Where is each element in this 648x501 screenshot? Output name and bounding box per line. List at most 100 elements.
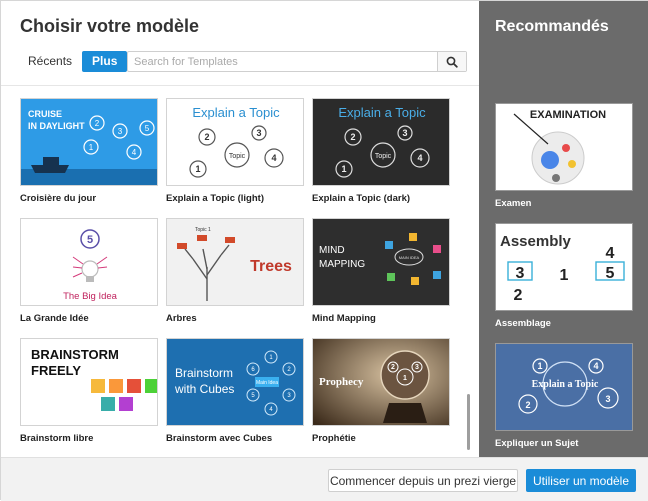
dialog-footer: Commencer depuis un prezi vierge Utilise… bbox=[1, 457, 648, 501]
big-idea-thumbnail-image: 5 The Big Idea bbox=[21, 219, 157, 305]
template-label: Brainstorm avec Cubes bbox=[166, 433, 273, 444]
search-box bbox=[127, 51, 467, 72]
brainstorm-freely-thumbnail-image: BRAINSTORM FREELY bbox=[21, 339, 157, 425]
svg-text:MAIN IDEA: MAIN IDEA bbox=[399, 255, 420, 260]
template-thumbnail: CRUISE IN DAYLIGHT 1 2 3 4 5 bbox=[20, 98, 158, 186]
search-input[interactable] bbox=[128, 52, 437, 71]
svg-text:Trees: Trees bbox=[250, 258, 292, 275]
template-thumbnail: 5 The Big Idea bbox=[20, 218, 158, 306]
template-tabs: Récents Plus bbox=[20, 51, 128, 72]
template-thumbnail: MIND MAPPING MAIN IDEA bbox=[312, 218, 450, 306]
svg-text:4: 4 bbox=[271, 153, 276, 163]
svg-text:EXAMINATION: EXAMINATION bbox=[530, 109, 606, 121]
template-thumbnail: Brainstorm with Cubes Main Idea 1 2 3 4 … bbox=[166, 338, 304, 426]
recommended-thumbnail: EXAMINATION bbox=[495, 103, 633, 191]
template-card-big-idea[interactable]: 5 The Big Idea La Grande Idée bbox=[20, 218, 158, 324]
svg-text:4: 4 bbox=[417, 153, 422, 163]
svg-text:1: 1 bbox=[560, 267, 569, 284]
assembly-thumbnail-image: Assembly 1 2 3 4 5 bbox=[496, 224, 632, 310]
template-card-brainstorm-freely[interactable]: BRAINSTORM FREELY Brainstorm libre bbox=[20, 338, 158, 444]
trees-thumbnail-image: Topic 1 Trees bbox=[167, 219, 303, 305]
exam-thumbnail-image: EXAMINATION bbox=[496, 104, 632, 190]
svg-text:2: 2 bbox=[204, 132, 209, 142]
template-label: Explain a Topic (light) bbox=[166, 193, 264, 204]
svg-text:Topic: Topic bbox=[229, 153, 246, 160]
template-card-mind-mapping[interactable]: MIND MAPPING MAIN IDEA Mind Mapping bbox=[312, 218, 450, 324]
prophecy-thumbnail-image: Prophecy 1 2 3 bbox=[313, 339, 449, 425]
recommended-panel: Recommandés EXAMINATION Examen Assembly … bbox=[479, 1, 648, 457]
svg-text:Assembly: Assembly bbox=[500, 233, 572, 250]
svg-text:The Big Idea: The Big Idea bbox=[63, 291, 118, 302]
svg-text:2: 2 bbox=[391, 364, 395, 371]
svg-text:FREELY: FREELY bbox=[31, 363, 81, 378]
template-thumbnail: BRAINSTORM FREELY bbox=[20, 338, 158, 426]
svg-text:5: 5 bbox=[87, 234, 93, 246]
svg-text:4: 4 bbox=[606, 245, 615, 262]
svg-text:3: 3 bbox=[415, 364, 419, 371]
svg-text:Explain a Topic: Explain a Topic bbox=[192, 105, 280, 120]
template-label: Mind Mapping bbox=[312, 313, 376, 324]
svg-text:1: 1 bbox=[341, 164, 346, 174]
svg-text:Main Idea: Main Idea bbox=[256, 380, 278, 386]
mind-mapping-thumbnail-image: MIND MAPPING MAIN IDEA bbox=[313, 219, 449, 305]
recommended-thumbnail: Assembly 1 2 3 4 5 bbox=[495, 223, 633, 311]
template-picker-panel: Choisir votre modèle Récents Plus Search… bbox=[1, 1, 479, 457]
template-label: Prophétie bbox=[312, 433, 356, 444]
svg-text:Topic: Topic bbox=[375, 153, 392, 160]
search-button[interactable] bbox=[437, 52, 466, 71]
dialog-title: Choisir votre modèle bbox=[20, 16, 200, 36]
svg-text:Brainstorm: Brainstorm bbox=[175, 366, 233, 380]
recommended-card-explain[interactable]: Explain a Topic 1 2 3 4 Expliquer un Suj… bbox=[495, 343, 633, 449]
svg-text:MAPPING: MAPPING bbox=[319, 259, 365, 270]
tab-recents[interactable]: Récents bbox=[20, 51, 80, 72]
svg-text:1: 1 bbox=[89, 143, 94, 152]
template-card-trees[interactable]: Topic 1 Trees Arbres bbox=[166, 218, 304, 324]
explain-dark-thumbnail-image: Explain a Topic Topic 1 2 3 4 bbox=[313, 99, 449, 185]
svg-text:Explain a Topic: Explain a Topic bbox=[338, 105, 426, 120]
template-card-brainstorm-cubes[interactable]: Brainstorm with Cubes Main Idea 1 2 3 4 … bbox=[166, 338, 304, 444]
svg-text:2: 2 bbox=[525, 400, 530, 410]
svg-text:3: 3 bbox=[402, 128, 407, 138]
svg-text:CRUISE: CRUISE bbox=[28, 109, 62, 119]
svg-text:2: 2 bbox=[95, 119, 100, 128]
svg-text:IN DAYLIGHT: IN DAYLIGHT bbox=[28, 121, 85, 131]
svg-text:Topic 1: Topic 1 bbox=[195, 227, 211, 233]
template-label: Croisière du jour bbox=[20, 193, 97, 204]
recommended-label: Assemblage bbox=[495, 318, 551, 329]
template-label: Explain a Topic (dark) bbox=[312, 193, 411, 204]
template-thumbnail: Prophecy 1 2 3 bbox=[312, 338, 450, 426]
svg-text:5: 5 bbox=[145, 124, 150, 133]
start-blank-button[interactable]: Commencer depuis un prezi vierge bbox=[328, 469, 518, 492]
svg-text:Prophecy: Prophecy bbox=[319, 376, 364, 388]
svg-text:3: 3 bbox=[516, 265, 525, 282]
svg-text:2: 2 bbox=[350, 132, 355, 142]
svg-text:2: 2 bbox=[514, 287, 523, 304]
template-label: La Grande Idée bbox=[20, 313, 89, 324]
svg-text:4: 4 bbox=[132, 148, 137, 157]
recommended-card-assembly[interactable]: Assembly 1 2 3 4 5 Assemblage bbox=[495, 223, 633, 329]
svg-text:4: 4 bbox=[593, 361, 598, 371]
template-thumbnail: Explain a Topic Topic 1 2 3 4 bbox=[166, 98, 304, 186]
template-card-explain-light[interactable]: Explain a Topic Topic 1 2 3 4 Explain a … bbox=[166, 98, 304, 204]
svg-text:1: 1 bbox=[195, 164, 200, 174]
scrollbar[interactable] bbox=[467, 394, 470, 450]
tab-plus[interactable]: Plus bbox=[82, 51, 128, 72]
cruise-thumbnail-image: CRUISE IN DAYLIGHT 1 2 3 4 5 bbox=[21, 99, 157, 185]
svg-text:with Cubes: with Cubes bbox=[174, 382, 234, 396]
search-icon bbox=[446, 56, 458, 68]
template-label: Brainstorm libre bbox=[20, 433, 94, 444]
use-template-button[interactable]: Utiliser un modèle bbox=[526, 469, 636, 492]
template-card-explain-dark[interactable]: Explain a Topic Topic 1 2 3 4 Explain a … bbox=[312, 98, 450, 204]
svg-text:Explain a Topic: Explain a Topic bbox=[532, 379, 599, 390]
brainstorm-cubes-thumbnail-image: Brainstorm with Cubes Main Idea 1 2 3 4 … bbox=[167, 339, 303, 425]
recommended-thumbnail: Explain a Topic 1 2 3 4 bbox=[495, 343, 633, 431]
template-card-prophecy[interactable]: Prophecy 1 2 3 Prophétie bbox=[312, 338, 450, 444]
recommended-label: Examen bbox=[495, 198, 532, 209]
recommended-card-exam[interactable]: EXAMINATION Examen bbox=[495, 103, 633, 209]
template-card-cruise[interactable]: CRUISE IN DAYLIGHT 1 2 3 4 5 Croisière d… bbox=[20, 98, 158, 204]
svg-text:3: 3 bbox=[118, 127, 123, 136]
template-label: Arbres bbox=[166, 313, 197, 324]
recommended-title: Recommandés bbox=[495, 18, 609, 35]
svg-text:BRAINSTORM: BRAINSTORM bbox=[31, 347, 119, 362]
template-thumbnail: Explain a Topic Topic 1 2 3 4 bbox=[312, 98, 450, 186]
